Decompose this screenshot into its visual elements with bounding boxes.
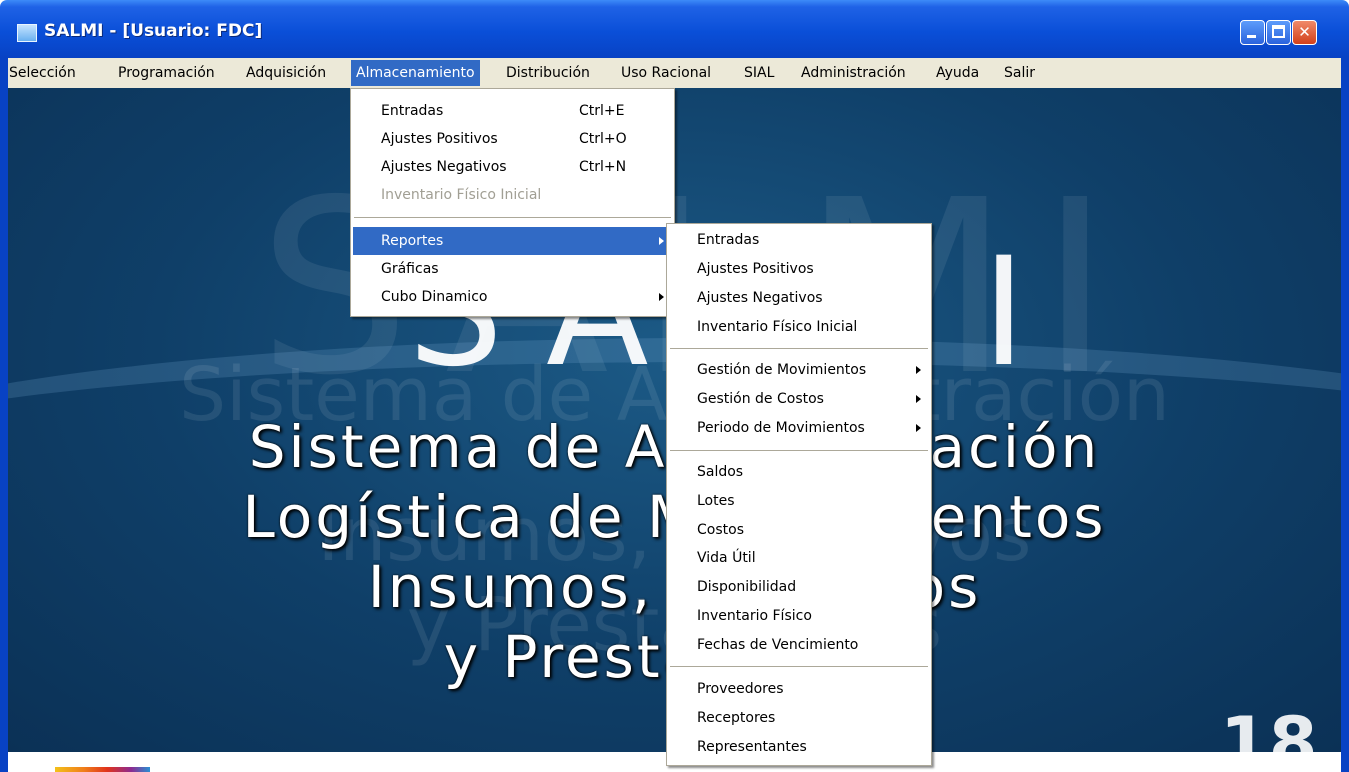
menu-item-label: Ajustes Negativos <box>697 290 823 306</box>
menu-item-label: Ajustes Negativos <box>381 159 507 175</box>
menu-item-label: Receptores <box>697 710 776 726</box>
minimize-button[interactable] <box>1240 20 1265 45</box>
menu-item-label: Representantes <box>697 739 807 755</box>
almacenamiento-dropdown: Entradas Ctrl+E Ajustes Positivos Ctrl+O… <box>350 88 675 317</box>
menu-item-label: Entradas <box>697 232 760 248</box>
menu-sial[interactable]: SIAL <box>739 60 779 86</box>
menu-item-label: Gestión de Movimientos <box>697 362 867 378</box>
menu-item-label: Costos <box>697 522 744 538</box>
menu-separator <box>354 217 671 218</box>
menu-item-label: Reportes <box>381 233 444 249</box>
submenu-item-costos[interactable]: Costos <box>669 516 929 544</box>
submenu-arrow-icon <box>659 293 664 301</box>
version-badge: 18 <box>1220 702 1318 752</box>
menu-item-shortcut: Ctrl+E <box>579 103 625 119</box>
maximize-button[interactable] <box>1266 20 1291 45</box>
close-button[interactable]: ✕ <box>1292 20 1317 45</box>
maximize-icon <box>1272 25 1285 38</box>
submenu-item-ajustes-positivos[interactable]: Ajustes Positivos <box>669 255 929 283</box>
menu-seleccion[interactable]: Selección <box>4 60 81 86</box>
submenu-item-representantes[interactable]: Representantes <box>669 733 929 761</box>
menu-administracion[interactable]: Administración <box>796 60 911 86</box>
menu-item-label: Cubo Dinamico <box>381 289 488 305</box>
submenu-arrow-icon <box>916 424 921 432</box>
menu-item-label: Saldos <box>697 464 744 480</box>
app-window-icon[interactable] <box>17 24 37 42</box>
window-frame-left <box>0 58 8 772</box>
submenu-item-periodo-de-movimientos[interactable]: Periodo de Movimientos <box>669 414 929 442</box>
submenu-item-vida-util[interactable]: Vida Útil <box>669 544 929 572</box>
close-icon: ✕ <box>1298 23 1311 41</box>
menu-item-ajustes-negativos[interactable]: Ajustes Negativos Ctrl+N <box>353 153 672 181</box>
menu-salir[interactable]: Salir <box>999 60 1040 86</box>
submenu-item-entradas[interactable]: Entradas <box>669 226 929 254</box>
submenu-item-disponibilidad[interactable]: Disponibilidad <box>669 573 929 601</box>
window-title: SALMI - [Usuario: FDC] <box>44 21 263 41</box>
submenu-item-fechas-de-vencimiento[interactable]: Fechas de Vencimiento <box>669 631 929 659</box>
menu-item-cubo-dinamico[interactable]: Cubo Dinamico <box>353 283 672 311</box>
submenu-item-saldos[interactable]: Saldos <box>669 458 929 486</box>
submenu-item-ajustes-negativos[interactable]: Ajustes Negativos <box>669 284 929 312</box>
menu-separator <box>670 666 928 667</box>
submenu-item-proveedores[interactable]: Proveedores <box>669 675 929 703</box>
menu-item-entradas[interactable]: Entradas Ctrl+E <box>353 97 672 125</box>
menu-item-shortcut: Ctrl+O <box>579 131 627 147</box>
minimize-icon <box>1247 35 1256 38</box>
menu-item-label: Gestión de Costos <box>697 391 824 407</box>
menu-item-ajustes-positivos[interactable]: Ajustes Positivos Ctrl+O <box>353 125 672 153</box>
menu-item-label: Inventario Físico <box>697 608 812 624</box>
menu-separator <box>670 348 928 349</box>
submenu-item-lotes[interactable]: Lotes <box>669 487 929 515</box>
color-logo-stripe <box>55 767 150 772</box>
menu-distribucion[interactable]: Distribución <box>501 60 595 86</box>
menu-separator <box>670 450 928 451</box>
submenu-arrow-icon <box>916 395 921 403</box>
submenu-arrow-icon <box>659 237 664 245</box>
menu-item-label: Disponibilidad <box>697 579 797 595</box>
menu-item-label: Ajustes Positivos <box>381 131 498 147</box>
menu-item-label: Gráficas <box>381 261 439 277</box>
menu-ayuda[interactable]: Ayuda <box>931 60 984 86</box>
menu-item-label: Lotes <box>697 493 735 509</box>
menu-almacenamiento[interactable]: Almacenamiento <box>351 60 480 86</box>
menu-item-reportes[interactable]: Reportes <box>353 227 672 255</box>
menu-programacion[interactable]: Programación <box>113 60 220 86</box>
menu-item-label: Entradas <box>381 103 444 119</box>
menu-item-label: Periodo de Movimientos <box>697 420 865 436</box>
submenu-arrow-icon <box>916 366 921 374</box>
menu-bar: Selección Programación Adquisición Almac… <box>0 58 1349 88</box>
submenu-item-gestion-de-movimientos[interactable]: Gestión de Movimientos <box>669 356 929 384</box>
menu-item-label: Proveedores <box>697 681 784 697</box>
reportes-submenu: Entradas Ajustes Positivos Ajustes Negat… <box>666 223 932 766</box>
menu-item-shortcut: Ctrl+N <box>579 159 627 175</box>
menu-item-graficas[interactable]: Gráficas <box>353 255 672 283</box>
title-bar: SALMI - [Usuario: FDC] ✕ <box>0 0 1349 58</box>
menu-item-label: Vida Útil <box>697 550 756 566</box>
window-frame-right <box>1341 58 1349 772</box>
submenu-item-inventario-fisico-inicial[interactable]: Inventario Físico Inicial <box>669 313 929 341</box>
menu-item-label: Ajustes Positivos <box>697 261 814 277</box>
menu-item-label: Inventario Físico Inicial <box>381 187 542 203</box>
menu-item-inventario-fisico-inicial: Inventario Físico Inicial <box>353 181 672 209</box>
submenu-item-gestion-de-costos[interactable]: Gestión de Costos <box>669 385 929 413</box>
menu-adquisicion[interactable]: Adquisición <box>241 60 331 86</box>
menu-uso-racional[interactable]: Uso Racional <box>616 60 716 86</box>
menu-item-label: Fechas de Vencimiento <box>697 637 859 653</box>
submenu-item-receptores[interactable]: Receptores <box>669 704 929 732</box>
menu-item-label: Inventario Físico Inicial <box>697 319 858 335</box>
submenu-item-inventario-fisico[interactable]: Inventario Físico <box>669 602 929 630</box>
